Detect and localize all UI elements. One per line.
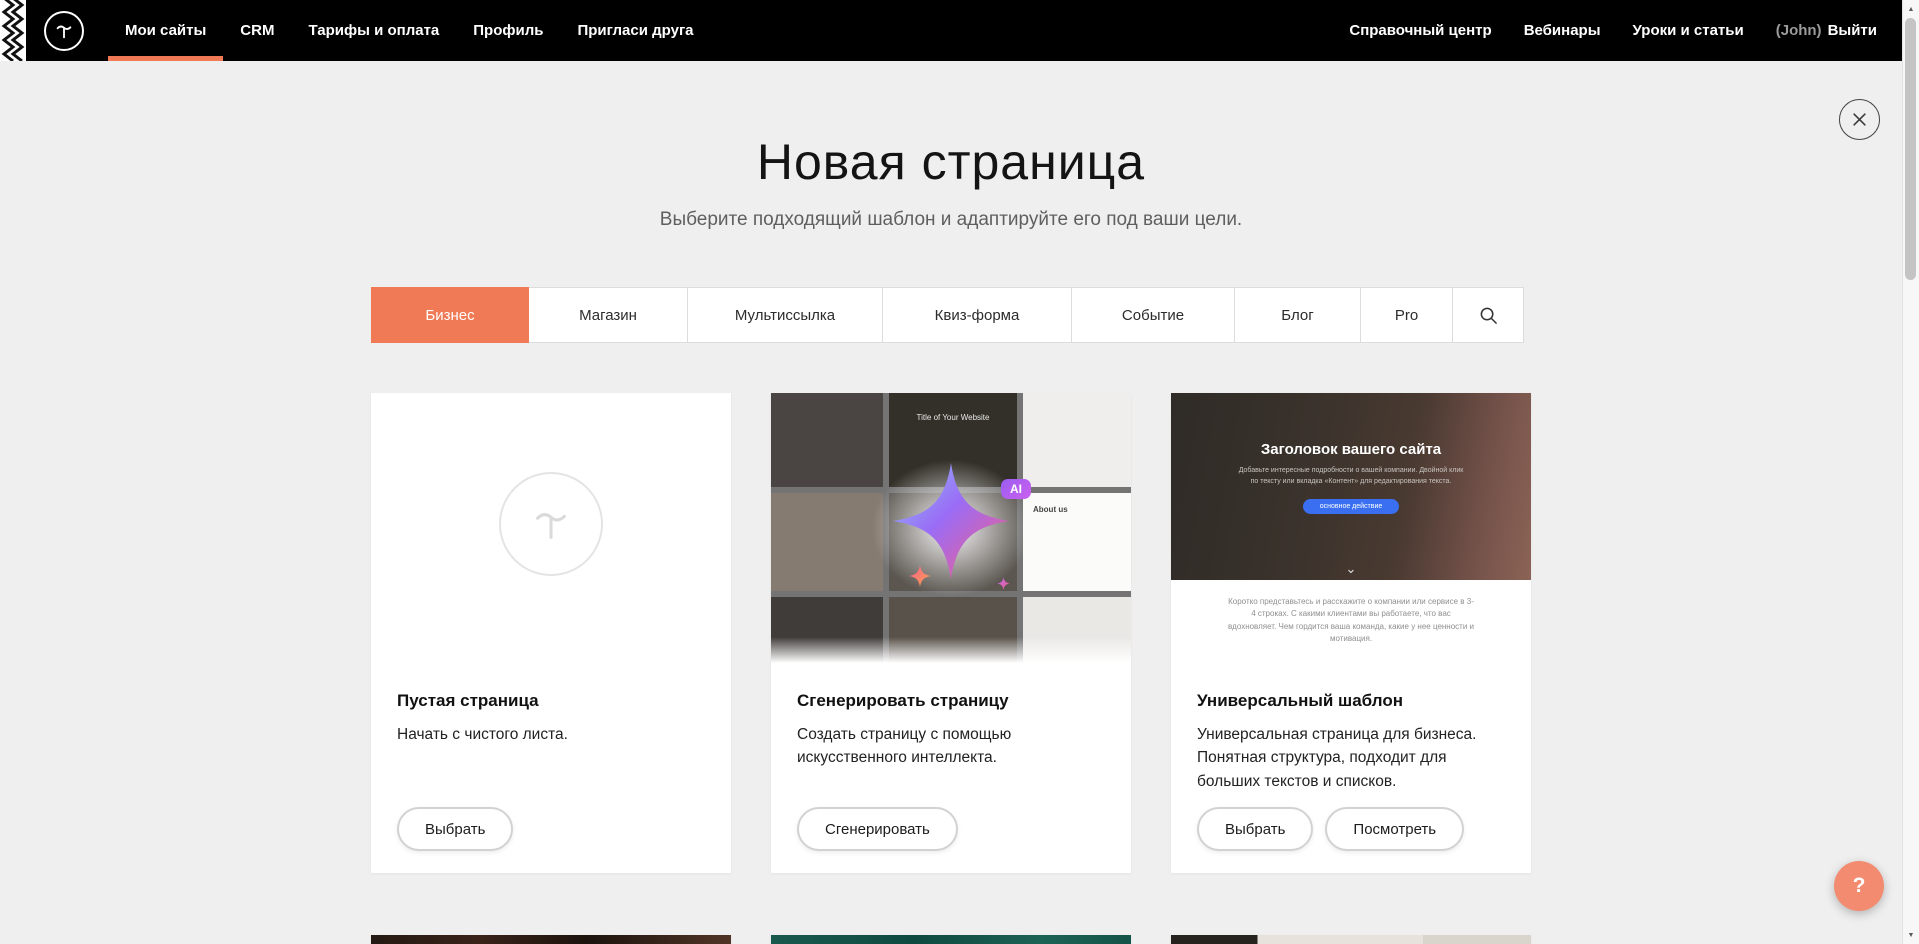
page-subtitle: Выберите подходящий шаблон и адаптируйте…: [371, 209, 1531, 231]
main-menu: Мои сайты CRM Тарифы и оплата Профиль Пр…: [108, 0, 711, 61]
card-body: Универсальный шаблон Универсальная стран…: [1171, 663, 1531, 793]
close-icon: [1852, 112, 1867, 127]
template-grid-row2: [371, 935, 1531, 944]
template-card-blank: Пустая страница Начать с чистого листа. …: [371, 393, 731, 873]
tab-multilink[interactable]: Мультиссылка: [687, 287, 883, 343]
preview-universal-button[interactable]: Посмотреть: [1325, 807, 1464, 851]
card-description: Универсальная страница для бизнеса. Поня…: [1197, 723, 1505, 793]
card-actions: Выбрать: [397, 807, 513, 851]
nav-tariffs-label: Тарифы и оплата: [308, 22, 439, 39]
card-title: Универсальный шаблон: [1197, 691, 1505, 711]
username: (John): [1776, 22, 1822, 39]
nav-profile[interactable]: Профиль: [456, 0, 560, 61]
ai-badge: AI: [1001, 479, 1031, 499]
card-description: Создать страницу с помощью искусственног…: [797, 723, 1105, 770]
select-blank-button[interactable]: Выбрать: [397, 807, 513, 851]
scroll-up-arrow[interactable]: ▲: [1903, 1, 1919, 17]
ai-sparkle-icon: [893, 463, 1009, 579]
nav-help-center[interactable]: Справочный центр: [1349, 22, 1491, 39]
logout-label: Выйти: [1828, 22, 1877, 39]
tab-store[interactable]: Магазин: [528, 287, 688, 343]
zigzag-icon: [0, 0, 26, 61]
preview-site-title: Заголовок вашего сайта: [1171, 393, 1531, 458]
template-card-ai: Title of Your Website About us: [771, 393, 1131, 873]
top-nav: Мои сайты CRM Тарифы и оплата Профиль Пр…: [0, 0, 1919, 61]
nav-profile-label: Профиль: [473, 22, 543, 39]
nav-webinars[interactable]: Вебинары: [1524, 22, 1601, 39]
close-button[interactable]: [1839, 99, 1880, 140]
ai-sparkle-small-icon: [997, 577, 1010, 590]
nav-logout[interactable]: (John) Выйти: [1776, 22, 1877, 39]
tilda-logo[interactable]: [44, 11, 84, 51]
dialog-content: Новая страница Выберите подходящий шабло…: [371, 133, 1531, 944]
template-preview-partial: [771, 935, 1131, 944]
collage-site-title: Title of Your Website: [889, 413, 1017, 422]
card-description: Начать с чистого листа.: [397, 723, 705, 746]
scroll-down-arrow[interactable]: ▼: [1903, 927, 1919, 943]
page-title: Новая страница: [371, 133, 1531, 191]
card-body: Пустая страница Начать с чистого листа.: [371, 663, 731, 746]
template-grid: Пустая страница Начать с чистого листа. …: [371, 393, 1531, 873]
nav-invite-friend-label: Пригласи друга: [577, 22, 693, 39]
card-actions: Сгенерировать: [797, 807, 958, 851]
nav-my-sites[interactable]: Мои сайты: [108, 0, 223, 61]
template-card-partial-3[interactable]: [1171, 935, 1531, 944]
preview-text-section: Коротко представьтесь и расскажите о ком…: [1171, 580, 1531, 663]
blank-template-preview: [371, 393, 731, 663]
template-preview-partial: [371, 935, 731, 944]
card-body: Сгенерировать страницу Создать страницу …: [771, 663, 1131, 770]
preview-body-text: Коротко представьтесь и расскажите о ком…: [1226, 580, 1476, 646]
help-button[interactable]: ?: [1834, 861, 1884, 911]
preview-cta-button: основное действие: [1303, 499, 1400, 514]
nav-invite-friend[interactable]: Пригласи друга: [560, 0, 710, 61]
nav-crm[interactable]: CRM: [223, 0, 291, 61]
select-universal-button[interactable]: Выбрать: [1197, 807, 1313, 851]
vertical-scrollbar[interactable]: ▲ ▼: [1902, 0, 1919, 944]
chevron-down-icon: ⌄: [1171, 561, 1531, 577]
card-actions: Выбрать Посмотреть: [1197, 807, 1464, 851]
template-preview-partial: [1171, 935, 1531, 944]
nav-tariffs[interactable]: Тарифы и оплата: [291, 0, 456, 61]
zigzag-pattern: [0, 0, 26, 61]
search-tab[interactable]: [1452, 287, 1524, 343]
tab-event[interactable]: Событие: [1071, 287, 1235, 343]
preview-site-subtitle: Добавьте интересные подробности о вашей …: [1239, 465, 1464, 487]
generate-button[interactable]: Сгенерировать: [797, 807, 958, 851]
search-icon: [1479, 306, 1498, 325]
ai-sparkle-small-icon: [909, 565, 931, 587]
secondary-menu: Справочный центр Вебинары Уроки и статьи…: [1317, 0, 1919, 61]
tab-business[interactable]: Бизнес: [371, 287, 529, 343]
template-card-partial-1[interactable]: [371, 935, 731, 944]
tilda-watermark-icon: [499, 472, 603, 576]
template-card-universal: Заголовок вашего сайта Добавьте интересн…: [1171, 393, 1531, 873]
scroll-thumb[interactable]: [1905, 18, 1916, 280]
tab-quiz-form[interactable]: Квиз-форма: [882, 287, 1072, 343]
tab-pro[interactable]: Pro: [1360, 287, 1453, 343]
new-page-dialog: Новая страница Выберите подходящий шабло…: [0, 61, 1902, 944]
universal-template-preview: Заголовок вашего сайта Добавьте интересн…: [1171, 393, 1531, 663]
tilda-logo-icon: [53, 20, 75, 42]
tab-blog[interactable]: Блог: [1234, 287, 1361, 343]
nav-crm-label: CRM: [240, 22, 274, 39]
template-card-partial-2[interactable]: [771, 935, 1131, 944]
card-title: Сгенерировать страницу: [797, 691, 1105, 711]
template-category-tabs: Бизнес Магазин Мультиссылка Квиз-форма С…: [371, 287, 1531, 343]
card-title: Пустая страница: [397, 691, 705, 711]
preview-hero-section: Заголовок вашего сайта Добавьте интересн…: [1171, 393, 1531, 580]
nav-lessons[interactable]: Уроки и статьи: [1633, 22, 1744, 39]
ai-template-preview: Title of Your Website About us: [771, 393, 1131, 663]
nav-my-sites-label: Мои сайты: [125, 22, 206, 39]
